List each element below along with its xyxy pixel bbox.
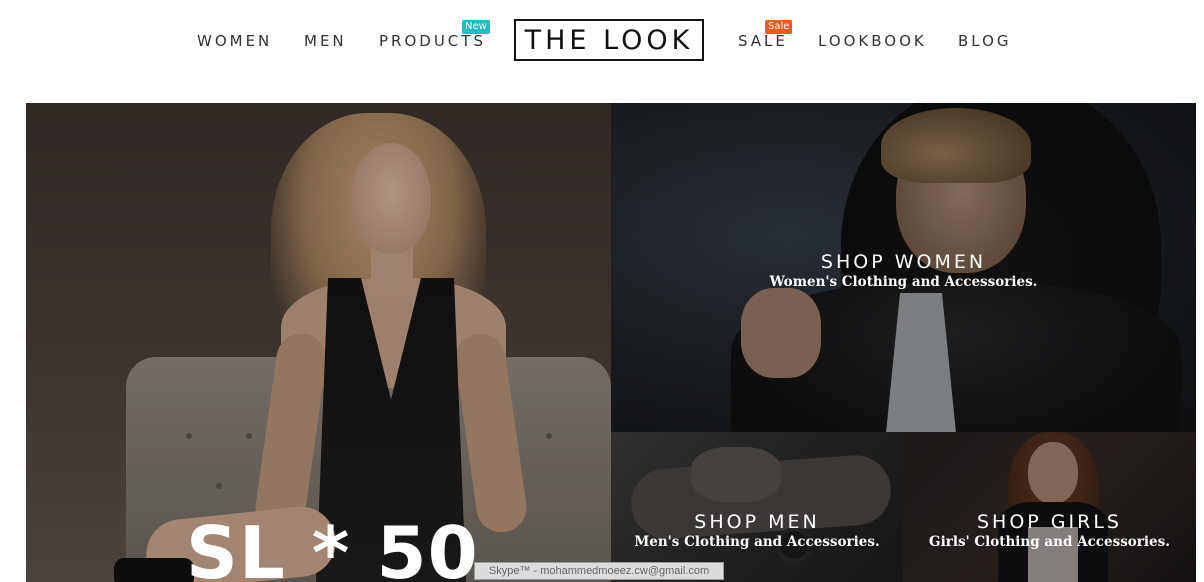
nav-women[interactable]: WOMEN (197, 32, 272, 50)
shop-men-subtitle: Men's Clothing and Accessories. (634, 534, 880, 550)
hero-banner[interactable]: SL * 50 (26, 103, 611, 582)
nav-lookbook[interactable]: LOOKBOOK (818, 32, 927, 50)
shop-girls-subtitle: Girls' Clothing and Accessories. (929, 534, 1170, 550)
site-logo[interactable]: THE LOOK (514, 19, 704, 61)
nav-blog[interactable]: BLOG (958, 32, 1012, 50)
site-header: WOMEN MEN PRODUCTS New THE LOOK SALE Sal… (0, 0, 1204, 80)
shop-women-tile[interactable]: SHOP WOMEN Women's Clothing and Accessor… (611, 103, 1196, 432)
shop-men-tile[interactable]: SHOP MEN Men's Clothing and Accessories. (611, 432, 903, 582)
shop-girls-tile[interactable]: SHOP GIRLS Girls' Clothing and Accessori… (903, 432, 1196, 582)
shop-girls-title: SHOP GIRLS (977, 511, 1122, 533)
tile-overlay (903, 432, 1196, 582)
shop-men-title: SHOP MEN (694, 511, 820, 533)
nav-sale[interactable]: SALE (738, 32, 788, 50)
shop-women-subtitle: Women's Clothing and Accessories. (769, 274, 1038, 290)
tile-overlay (611, 432, 903, 582)
skype-tooltip: Skype™ - mohammedmoeez.cw@gmail.com (474, 562, 724, 580)
shop-women-title: SHOP WOMEN (820, 251, 987, 273)
hero-caption: SL * 50 (186, 511, 479, 582)
new-badge: New (462, 20, 490, 34)
nav-men[interactable]: MEN (304, 32, 347, 50)
nav-products[interactable]: PRODUCTS (379, 32, 486, 50)
sale-badge: Sale (765, 20, 793, 34)
